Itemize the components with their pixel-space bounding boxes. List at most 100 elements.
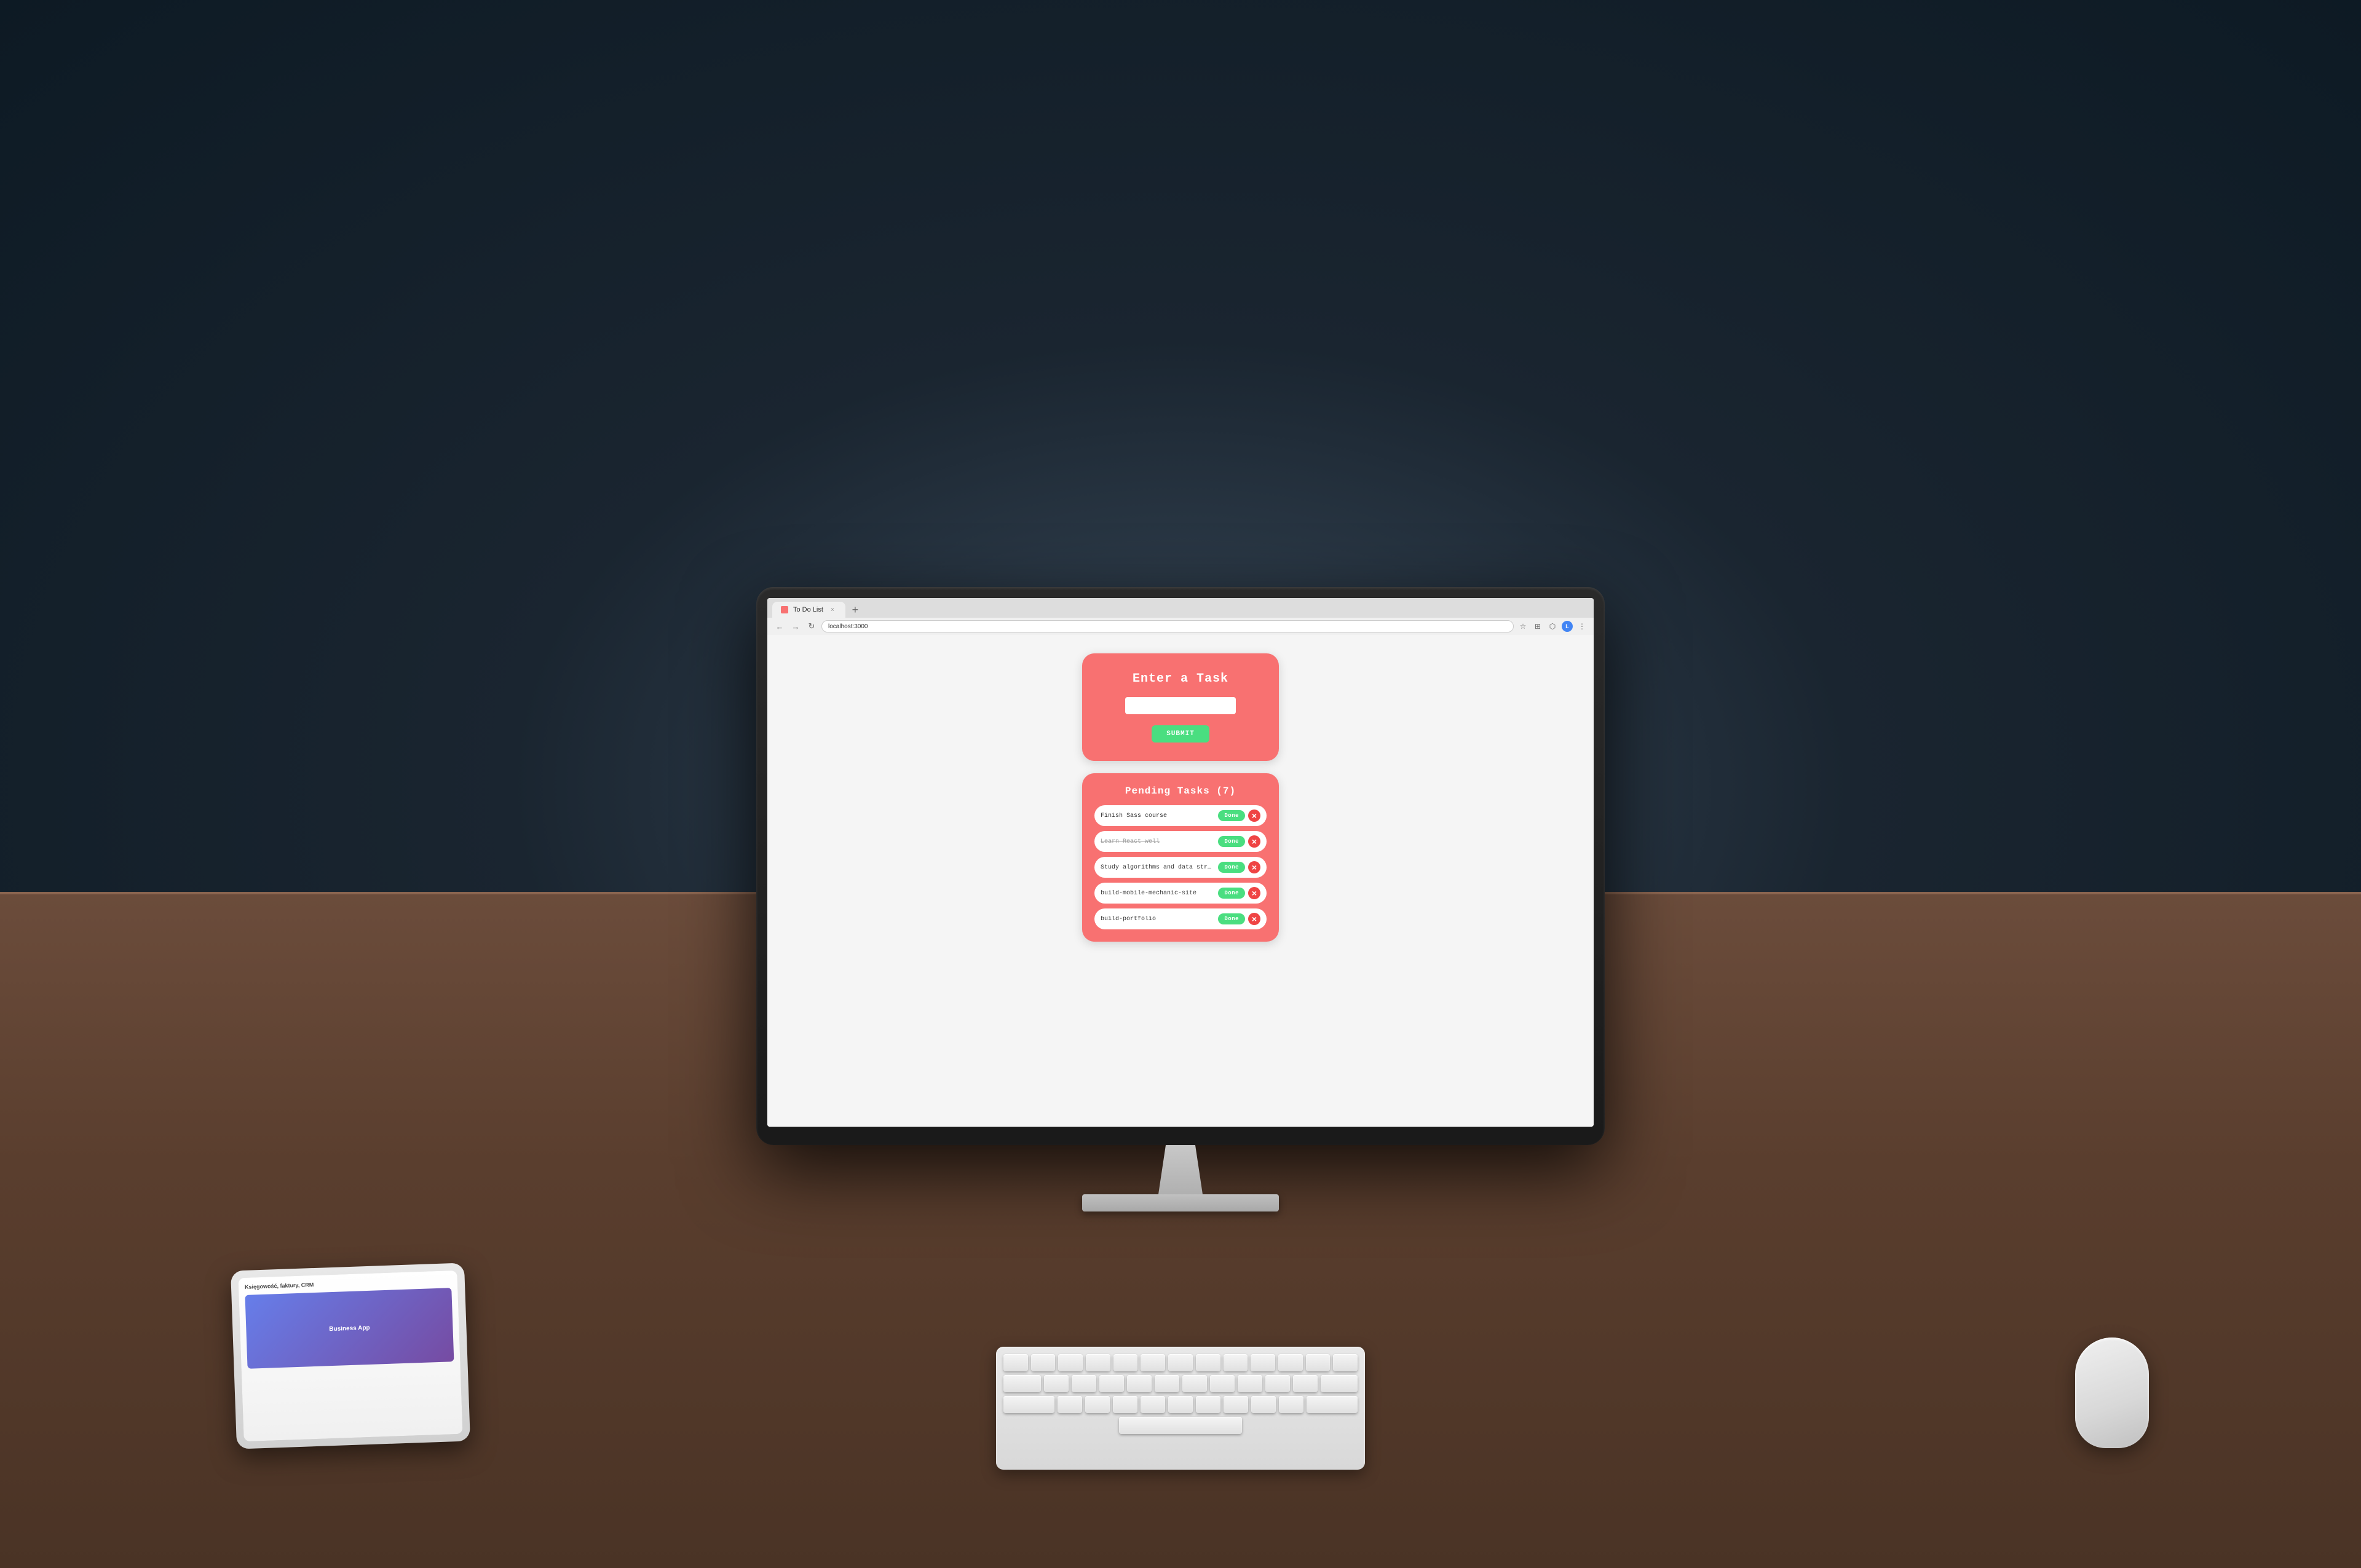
pending-tasks-title: Pending Tasks (7) (1125, 786, 1236, 797)
key (1293, 1375, 1318, 1392)
task-item: Finish Sass courseDone× (1094, 805, 1267, 826)
key (1182, 1375, 1207, 1392)
monitor-stand-base (1082, 1194, 1279, 1211)
key (1251, 1396, 1276, 1413)
url-text: localhost:3000 (828, 623, 868, 630)
key (1003, 1354, 1028, 1371)
menu-icon[interactable]: ⋮ (1576, 621, 1588, 632)
browser-toolbar: ← → ↻ localhost:3000 ☆ ⊞ ⬡ L ⋮ (767, 618, 1594, 635)
reload-button[interactable]: ↻ (805, 620, 818, 632)
delete-button[interactable]: × (1248, 810, 1260, 822)
key (1251, 1354, 1275, 1371)
task-text: Study algorithms and data structures (1101, 864, 1214, 871)
task-actions: Done× (1218, 810, 1260, 822)
tablet-hero-text: Business App (329, 1324, 370, 1332)
key (1003, 1375, 1041, 1392)
active-tab[interactable]: To Do List × (772, 602, 845, 618)
done-button[interactable]: Done (1218, 913, 1245, 924)
key (1072, 1375, 1096, 1392)
key (1196, 1396, 1220, 1413)
tablet-header: Księgowość, faktury, CRM (245, 1277, 451, 1290)
key (1321, 1375, 1358, 1392)
tab-title: To Do List (793, 606, 823, 613)
task-actions: Done× (1218, 913, 1260, 925)
task-list: Finish Sass courseDone× Learn React well D… (1094, 805, 1267, 929)
user-avatar[interactable]: L (1562, 621, 1573, 632)
key (1113, 1354, 1138, 1371)
tab-favicon (781, 606, 788, 613)
key (1307, 1396, 1358, 1413)
task-item: Study algorithms and data structures Done… (1094, 857, 1267, 878)
key (1155, 1375, 1179, 1392)
task-actions: Done× (1218, 835, 1260, 848)
enter-task-card: Enter a Task SUBMIT (1082, 653, 1279, 761)
mouse (2066, 1338, 2158, 1460)
delete-button[interactable]: × (1248, 861, 1260, 873)
tablet-screen: Księgowość, faktury, CRM Business App (238, 1271, 462, 1441)
monitor-wrapper: To Do List × + ← → ↻ localhost:3000 ☆ ⊞ (756, 587, 1605, 1211)
task-actions: Done× (1218, 887, 1260, 899)
task-text: build-mobile-mechanic-site (1101, 890, 1214, 897)
key (1306, 1354, 1331, 1371)
keyboard-body (996, 1347, 1365, 1470)
key (1333, 1354, 1358, 1371)
key-row-2 (1003, 1375, 1358, 1392)
key (1085, 1396, 1110, 1413)
key (1086, 1354, 1110, 1371)
tablet-hero: Business App (245, 1288, 454, 1369)
done-button[interactable]: Done (1218, 810, 1245, 821)
forward-button[interactable]: → (789, 620, 802, 632)
done-button[interactable]: Done (1218, 862, 1245, 873)
delete-button[interactable]: × (1248, 887, 1260, 899)
key (1278, 1354, 1303, 1371)
key (1127, 1375, 1152, 1392)
monitor-stand-neck (1144, 1145, 1217, 1194)
browser-chrome: To Do List × + ← → ↻ localhost:3000 ☆ ⊞ (767, 598, 1594, 635)
tablet: Księgowość, faktury, CRM Business App (231, 1263, 470, 1449)
mouse-body (2075, 1338, 2149, 1448)
done-button[interactable]: Done (1218, 836, 1245, 847)
key (1210, 1375, 1235, 1392)
pending-tasks-card: Pending Tasks (7) Finish Sass courseDone… (1082, 773, 1279, 942)
enter-task-title: Enter a Task (1133, 672, 1228, 686)
tablet-content: Księgowość, faktury, CRM Business App (238, 1271, 462, 1441)
key (1168, 1396, 1193, 1413)
key-row-4 (1003, 1417, 1358, 1434)
new-tab-button[interactable]: + (848, 602, 863, 617)
key (1113, 1396, 1137, 1413)
done-button[interactable]: Done (1218, 888, 1245, 899)
task-text: build-portfolio (1101, 916, 1214, 923)
back-button[interactable]: ← (773, 620, 786, 632)
key (1099, 1375, 1124, 1392)
tab-close-button[interactable]: × (828, 605, 837, 614)
key (1003, 1396, 1054, 1413)
task-input-field[interactable] (1125, 697, 1236, 714)
key-row-3 (1003, 1396, 1358, 1413)
key-row-1 (1003, 1354, 1358, 1371)
key (1279, 1396, 1303, 1413)
delete-button[interactable]: × (1248, 835, 1260, 848)
task-text: Learn React well (1101, 838, 1214, 845)
webpage-content: Enter a Task SUBMIT Pending Tasks (7) Fi… (767, 635, 1594, 1127)
star-icon[interactable]: ☆ (1517, 621, 1529, 632)
browser-tabs: To Do List × + (767, 598, 1594, 618)
bookmark-icon[interactable]: ⊞ (1532, 621, 1543, 632)
spacebar-key (1119, 1417, 1242, 1434)
key (1265, 1375, 1290, 1392)
delete-button[interactable]: × (1248, 913, 1260, 925)
extensions-icon[interactable]: ⬡ (1547, 621, 1558, 632)
key (1168, 1354, 1193, 1371)
keyboard (996, 1347, 1365, 1470)
key (1058, 1396, 1082, 1413)
key (1044, 1375, 1069, 1392)
toolbar-icons: ☆ ⊞ ⬡ L ⋮ (1517, 621, 1588, 632)
address-bar[interactable]: localhost:3000 (821, 620, 1514, 632)
task-item: Learn React well Done× (1094, 831, 1267, 852)
key (1058, 1354, 1083, 1371)
task-actions: Done× (1218, 861, 1260, 873)
key (1141, 1354, 1165, 1371)
submit-button[interactable]: SUBMIT (1152, 725, 1209, 743)
key (1224, 1354, 1248, 1371)
key (1224, 1396, 1248, 1413)
key (1238, 1375, 1262, 1392)
